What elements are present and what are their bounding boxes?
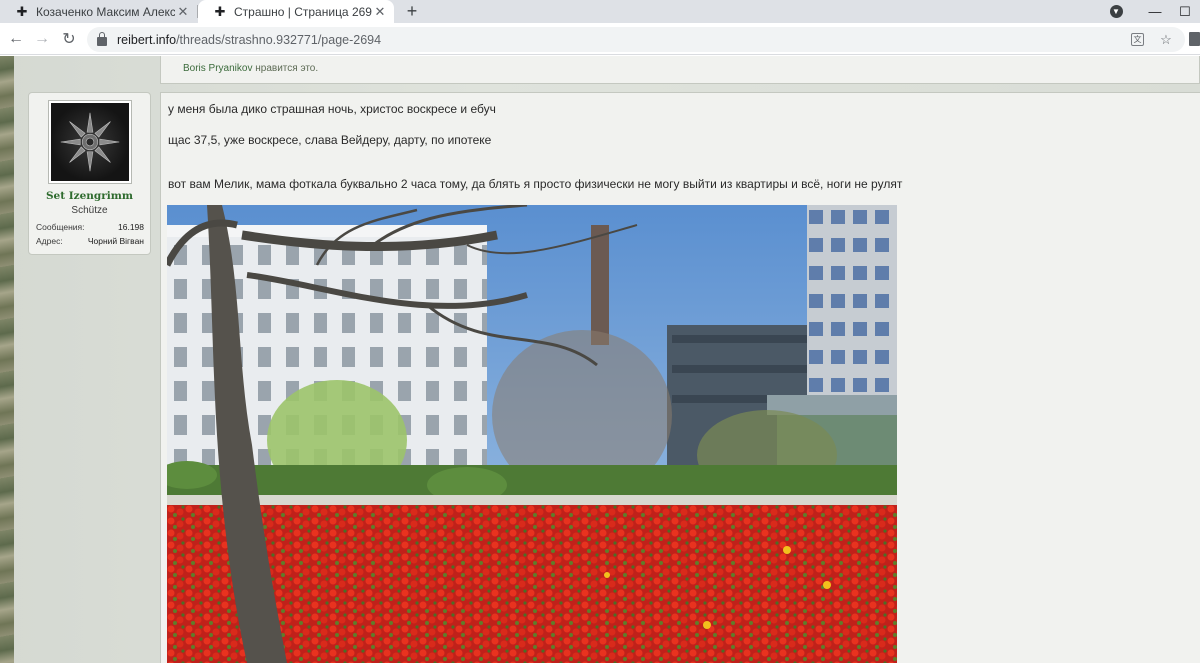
- user-title: Schütze: [71, 205, 108, 216]
- likes-suffix: нравится это.: [255, 63, 319, 74]
- post-text-line: щас 37,5, уже воскресе, слава Вейдеру, д…: [168, 133, 492, 147]
- lock-icon[interactable]: [97, 31, 107, 46]
- profile-menu-button[interactable]: ▼: [1101, 0, 1131, 23]
- post-text-line: вот вам Мелик, мама фоткала буквально 2 …: [168, 177, 903, 191]
- username-link[interactable]: Set Izengrimm: [29, 190, 150, 202]
- camo-border: [0, 56, 14, 663]
- minimize-button[interactable]: —: [1140, 0, 1170, 23]
- post-text-line: у меня была дико страшная ночь, христос …: [168, 102, 496, 116]
- translate-icon[interactable]: 文: [1131, 33, 1144, 46]
- close-tab-icon[interactable]: ✕: [372, 4, 388, 20]
- url-path: /threads/strashno.932771/page-2694: [176, 32, 382, 47]
- user-card: Set Izengrimm Schütze Сообщения: 16.198 …: [28, 92, 151, 255]
- reload-button[interactable]: ↻: [58, 28, 80, 50]
- extension-icon[interactable]: [1189, 32, 1200, 46]
- forum-page: Boris Pryanikov нравится это. Set Izengr…: [0, 56, 1200, 663]
- iron-cross-icon: ✚: [214, 3, 226, 19]
- tab-kozachenko[interactable]: ✚ Козаченко Максим Александров ✕: [0, 0, 197, 23]
- stat-value[interactable]: 16.198: [118, 222, 144, 232]
- forward-button[interactable]: →: [31, 28, 53, 50]
- liker-link[interactable]: Boris Pryanikov: [183, 63, 252, 74]
- tab-title: Страшно | Страница 2694 | REIBERT: [234, 4, 372, 19]
- chevron-down-icon: ▼: [1109, 5, 1123, 18]
- maximize-button[interactable]: ☐: [1170, 0, 1200, 23]
- avatar[interactable]: [49, 101, 131, 183]
- stat-value: Чорний Вігван: [87, 236, 144, 246]
- tulip-park-photo: [167, 205, 897, 663]
- url-text: reibert.info/threads/strashno.932771/pag…: [117, 33, 381, 47]
- address-bar[interactable]: reibert.info/threads/strashno.932771/pag…: [87, 27, 1185, 52]
- stat-label: Адрес:: [36, 236, 63, 246]
- tab-title: Козаченко Максим Александров: [36, 4, 175, 19]
- stat-address: Адрес: Чорний Вігван: [36, 236, 144, 246]
- browser-toolbar: ← → ↻ reibert.info/threads/strashno.9327…: [0, 23, 1200, 55]
- likes-summary: Boris Pryanikov нравится это.: [183, 63, 318, 74]
- post-photo[interactable]: [167, 205, 897, 663]
- new-tab-button[interactable]: +: [402, 1, 422, 22]
- tab-strip: ✚ Козаченко Максим Александров ✕ ✚ Страш…: [0, 0, 1200, 23]
- iron-cross-icon: ✚: [16, 3, 28, 19]
- stat-label: Сообщения:: [36, 222, 85, 232]
- bookmark-star-icon[interactable]: ☆: [1157, 31, 1175, 49]
- back-button[interactable]: ←: [5, 28, 27, 50]
- tab-strashno[interactable]: ✚ Страшно | Страница 2694 | REIBERT ✕: [198, 0, 394, 23]
- chaos-star-icon: [51, 103, 129, 181]
- stat-messages: Сообщения: 16.198: [36, 222, 144, 232]
- close-tab-icon[interactable]: ✕: [175, 4, 191, 20]
- url-host: reibert.info: [117, 32, 177, 47]
- previous-post-footer: Boris Pryanikov нравится это.: [160, 56, 1200, 84]
